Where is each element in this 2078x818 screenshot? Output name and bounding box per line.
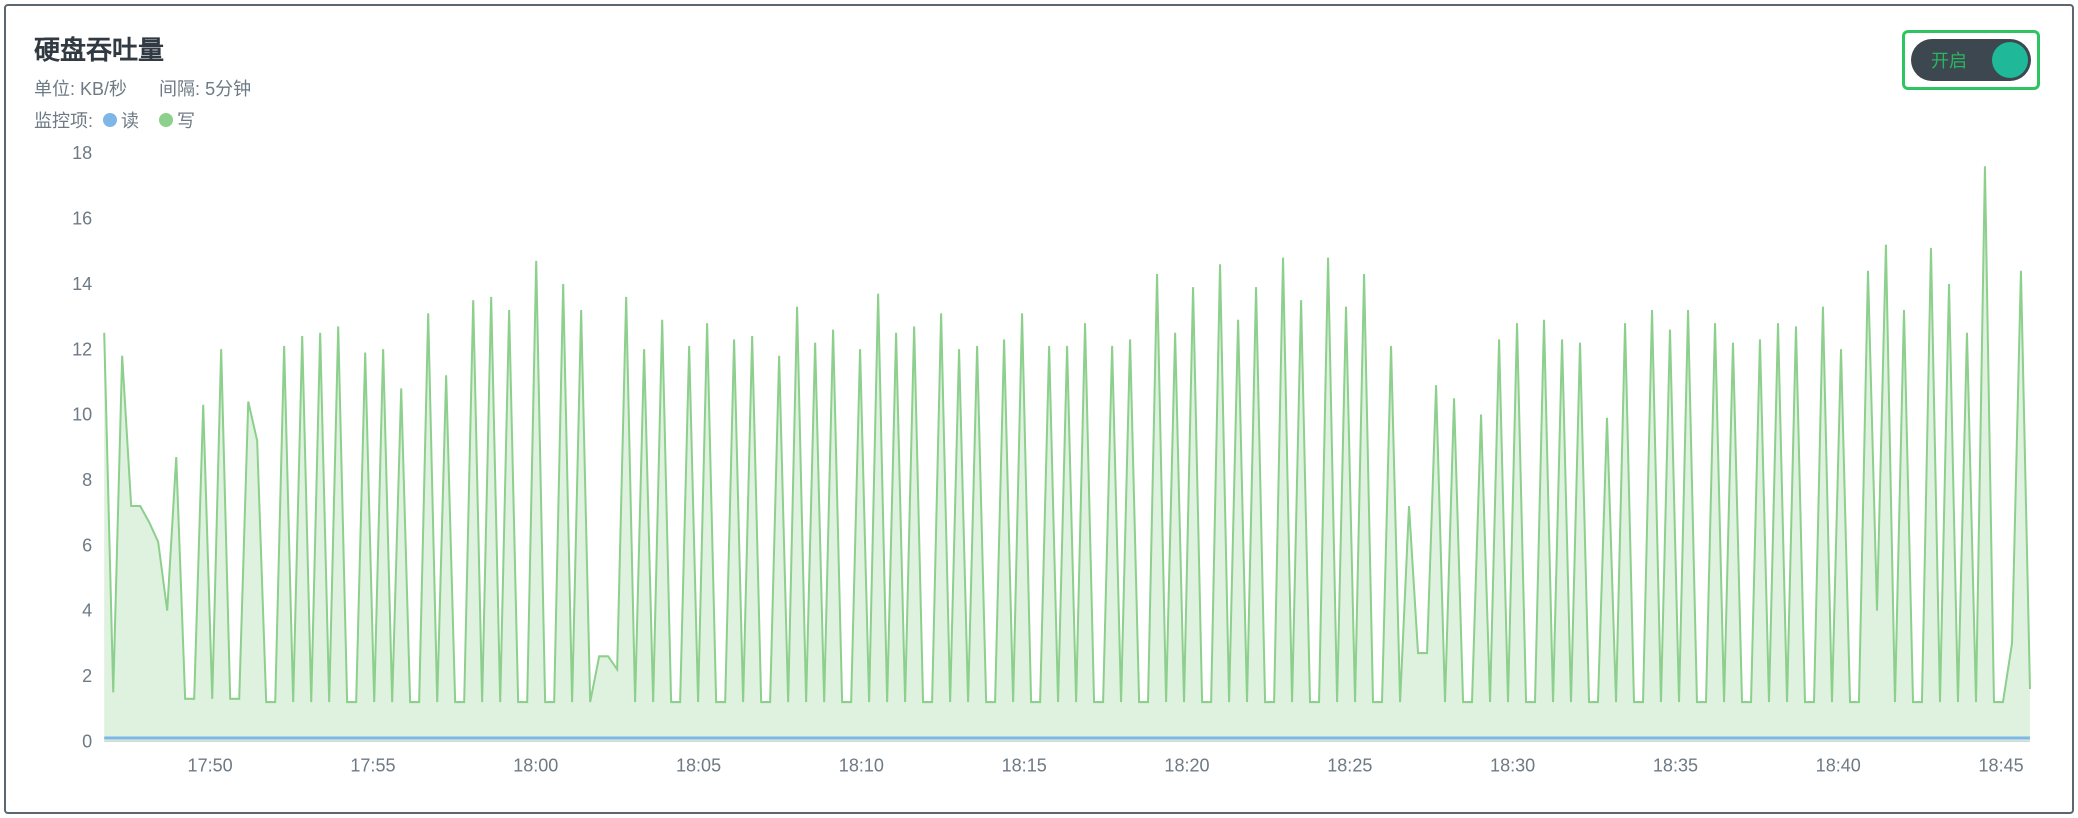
svg-text:18:00: 18:00 xyxy=(513,756,558,776)
circle-icon xyxy=(103,113,117,127)
legend-row: 监控项: 读 写 xyxy=(34,107,1902,133)
svg-text:18: 18 xyxy=(72,143,92,163)
toggle-label: 开启 xyxy=(1931,47,1967,73)
svg-text:17:55: 17:55 xyxy=(350,756,395,776)
throughput-chart[interactable]: 0 2 4 6 8 10 12 14 16 18 17:50 17:55 18:00 18:05 18:10… xyxy=(34,143,2040,792)
panel-header: 硬盘吞吐量 单位: KB/秒 间隔: 5分钟 监控项: 读 xyxy=(34,30,2040,133)
legend-item-read[interactable]: 读 xyxy=(103,107,139,133)
svg-text:18:35: 18:35 xyxy=(1653,756,1698,776)
legend-item-write[interactable]: 写 xyxy=(159,107,195,133)
svg-text:18:40: 18:40 xyxy=(1816,756,1861,776)
enable-toggle[interactable]: 开启 xyxy=(1911,39,2031,81)
toggle-highlight-box: 开启 xyxy=(1902,30,2040,90)
svg-text:17:50: 17:50 xyxy=(188,756,233,776)
legend-label: 监控项: xyxy=(34,107,93,133)
svg-text:18:05: 18:05 xyxy=(676,756,721,776)
header-left: 硬盘吞吐量 单位: KB/秒 间隔: 5分钟 监控项: 读 xyxy=(34,30,1902,133)
svg-text:10: 10 xyxy=(72,405,92,425)
unit-meta: 单位: KB/秒 xyxy=(34,75,127,101)
toggle-knob xyxy=(1992,42,2028,78)
svg-text:4: 4 xyxy=(82,601,92,621)
chart-container[interactable]: 0 2 4 6 8 10 12 14 16 18 17:50 17:55 18:00 18:05 18:10… xyxy=(34,143,2040,792)
disk-throughput-panel: 硬盘吞吐量 单位: KB/秒 间隔: 5分钟 监控项: 读 xyxy=(4,4,2074,814)
interval-meta: 间隔: 5分钟 xyxy=(159,75,251,101)
svg-text:18:45: 18:45 xyxy=(1979,756,2024,776)
svg-text:14: 14 xyxy=(72,274,92,294)
unit-label: 单位: xyxy=(34,79,75,99)
circle-icon xyxy=(159,113,173,127)
svg-text:16: 16 xyxy=(72,208,92,228)
svg-text:2: 2 xyxy=(82,666,92,686)
legend-read-text: 读 xyxy=(121,107,139,133)
meta-row: 单位: KB/秒 间隔: 5分钟 xyxy=(34,75,1902,101)
interval-value: 5分钟 xyxy=(205,79,251,99)
svg-text:18:25: 18:25 xyxy=(1327,756,1372,776)
unit-value: KB/秒 xyxy=(80,79,127,99)
svg-text:12: 12 xyxy=(72,339,92,359)
svg-text:18:30: 18:30 xyxy=(1490,756,1535,776)
svg-text:18:15: 18:15 xyxy=(1002,756,1047,776)
svg-text:8: 8 xyxy=(82,470,92,490)
svg-text:18:10: 18:10 xyxy=(839,756,884,776)
svg-text:18:20: 18:20 xyxy=(1164,756,1209,776)
panel-title: 硬盘吞吐量 xyxy=(34,30,1902,67)
interval-label: 间隔: xyxy=(159,79,200,99)
svg-text:0: 0 xyxy=(82,731,92,751)
svg-text:6: 6 xyxy=(82,535,92,555)
legend-write-text: 写 xyxy=(177,107,195,133)
